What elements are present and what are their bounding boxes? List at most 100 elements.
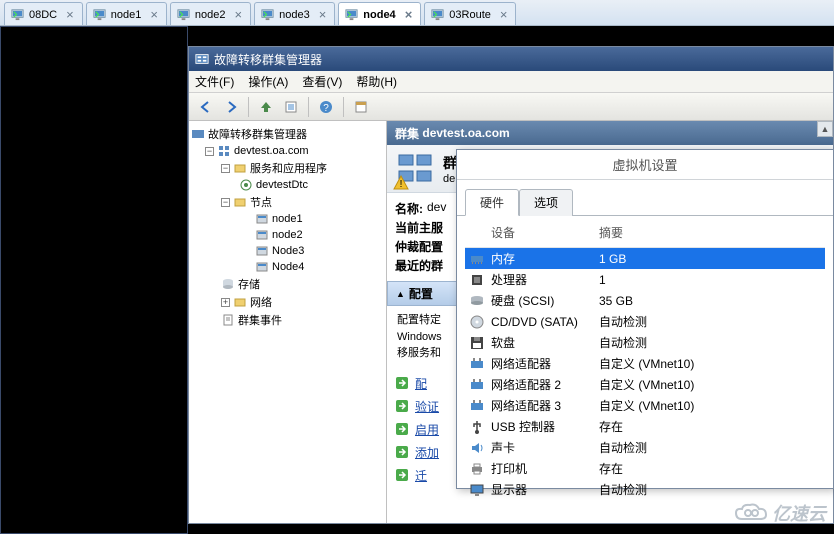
back-button[interactable] xyxy=(195,96,217,118)
svg-text:?: ? xyxy=(323,103,329,114)
tree-node-node1[interactable]: node1 xyxy=(191,211,384,227)
close-icon[interactable]: × xyxy=(405,7,413,22)
close-icon[interactable]: × xyxy=(150,7,158,22)
help-button[interactable]: ? xyxy=(315,96,337,118)
device-row-cpu[interactable]: 处理器1 xyxy=(465,269,825,290)
tree-events[interactable]: 群集事件 xyxy=(191,311,384,329)
properties-button[interactable] xyxy=(280,96,302,118)
collapse-icon[interactable]: − xyxy=(221,164,230,173)
collapse-icon[interactable]: − xyxy=(205,147,214,156)
menu-file[interactable]: 文件(F) xyxy=(195,73,234,90)
arrow-icon xyxy=(395,399,409,413)
device-list-header: 设备 摘要 xyxy=(465,216,825,248)
cpu-icon xyxy=(469,272,485,288)
nic-icon xyxy=(469,398,485,414)
device-row-display[interactable]: 显示器自动检测 xyxy=(465,479,825,500)
device-row-nic[interactable]: 网络适配器 2自定义 (VMnet10) xyxy=(465,374,825,395)
sound-icon xyxy=(469,440,485,456)
field-quorum-label: 仲裁配置 xyxy=(395,238,443,255)
usb-icon xyxy=(469,419,485,435)
svg-text:!: ! xyxy=(400,179,403,190)
vm-tab-03Route[interactable]: 03Route× xyxy=(424,2,516,25)
tab-options[interactable]: 选项 xyxy=(519,189,573,216)
close-icon[interactable]: × xyxy=(66,7,74,22)
server-icon xyxy=(255,212,269,226)
tree-node-Node4[interactable]: Node4 xyxy=(191,259,384,275)
nic-icon xyxy=(469,356,485,372)
watermark: 亿速云 xyxy=(734,500,826,526)
tree-pane[interactable]: 故障转移群集管理器 −devtest.oa.com −服务和应用程序 devte… xyxy=(189,121,387,523)
device-row-memory[interactable]: 内存1 GB xyxy=(465,248,825,269)
top-tab-bar: 08DC×node1×node2×node3×node4×03Route× xyxy=(0,0,834,26)
vm-tab-node3[interactable]: node3× xyxy=(254,2,335,25)
col-device: 设备 xyxy=(469,224,599,241)
vm-tab-08DC[interactable]: 08DC× xyxy=(4,2,83,25)
up-button[interactable] xyxy=(255,96,277,118)
device-row-usb[interactable]: USB 控制器存在 xyxy=(465,416,825,437)
field-recent-label: 最近的群 xyxy=(395,257,443,274)
menu-action[interactable]: 操作(A) xyxy=(248,73,288,90)
server-icon xyxy=(255,260,269,274)
device-row-nic[interactable]: 网络适配器 3自定义 (VMnet10) xyxy=(465,395,825,416)
close-icon[interactable]: × xyxy=(500,7,508,22)
device-row-floppy[interactable]: 软盘自动检测 xyxy=(465,332,825,353)
tree-node-Node3[interactable]: Node3 xyxy=(191,243,384,259)
server-icon xyxy=(255,244,269,258)
tree-node-node2[interactable]: node2 xyxy=(191,227,384,243)
arrow-icon xyxy=(395,445,409,459)
close-icon[interactable]: × xyxy=(235,7,243,22)
toolbar: ? xyxy=(189,93,833,121)
close-icon[interactable]: × xyxy=(319,7,327,22)
menu-view[interactable]: 查看(V) xyxy=(302,73,342,90)
monitor-icon xyxy=(345,8,358,21)
field-name-label: 名称: xyxy=(395,200,423,217)
collapse-icon[interactable]: − xyxy=(221,198,230,207)
device-row-cd[interactable]: CD/DVD (SATA)自动检测 xyxy=(465,311,825,332)
tab-hardware[interactable]: 硬件 xyxy=(465,189,519,216)
tree-domain[interactable]: −devtest.oa.com xyxy=(191,143,384,159)
vm-settings-dialog: 虚拟机设置 硬件 选项 设备 摘要 内存1 GB处理器1硬盘 (SCSI)35 … xyxy=(456,149,834,489)
window-title-bar: 故障转移群集管理器 xyxy=(189,47,833,71)
cluster-icon xyxy=(195,52,209,66)
tree-services[interactable]: −服务和应用程序 xyxy=(191,159,384,177)
detail-header: 群集 devtest.oa.com xyxy=(387,121,833,145)
menu-help[interactable]: 帮助(H) xyxy=(356,73,397,90)
tree-dtc[interactable]: devtestDtc xyxy=(191,177,384,193)
device-row-printer[interactable]: 打印机存在 xyxy=(465,458,825,479)
window-title: 故障转移群集管理器 xyxy=(214,51,322,68)
server-icon xyxy=(255,228,269,242)
detail-header-prefix: 群集 xyxy=(395,125,419,142)
watermark-text: 亿速云 xyxy=(772,500,826,526)
tree-storage[interactable]: 存储 xyxy=(191,275,384,293)
vm-dialog-title: 虚拟机设置 xyxy=(457,150,833,180)
vm-tab-node4[interactable]: node4× xyxy=(338,2,421,25)
monitor-icon xyxy=(177,8,190,21)
monitor-icon xyxy=(93,8,106,21)
vm-tab-node2[interactable]: node2× xyxy=(170,2,251,25)
tree-root[interactable]: 故障转移群集管理器 xyxy=(191,125,384,143)
console-black-area xyxy=(0,26,188,534)
view-button[interactable] xyxy=(350,96,372,118)
device-row-hdd[interactable]: 硬盘 (SCSI)35 GB xyxy=(465,290,825,311)
scroll-up-button[interactable]: ▲ xyxy=(817,121,833,137)
nic-icon xyxy=(469,377,485,393)
arrow-icon xyxy=(395,376,409,390)
printer-icon xyxy=(469,461,485,477)
tree-network[interactable]: +网络 xyxy=(191,293,384,311)
banner-subtitle: de xyxy=(443,173,457,185)
floppy-icon xyxy=(469,335,485,351)
device-row-nic[interactable]: 网络适配器自定义 (VMnet10) xyxy=(465,353,825,374)
field-name-value: dev xyxy=(427,200,446,217)
cd-icon xyxy=(469,314,485,330)
hdd-icon xyxy=(469,293,485,309)
forward-button[interactable] xyxy=(220,96,242,118)
banner-title: 群 xyxy=(443,153,457,173)
monitor-icon xyxy=(431,8,444,21)
vm-tab-node1[interactable]: node1× xyxy=(86,2,167,25)
device-row-sound[interactable]: 声卡自动检测 xyxy=(465,437,825,458)
menu-bar: 文件(F) 操作(A) 查看(V) 帮助(H) xyxy=(189,71,833,93)
arrow-icon xyxy=(395,468,409,482)
expand-icon[interactable]: + xyxy=(221,298,230,307)
tree-nodes[interactable]: −节点 xyxy=(191,193,384,211)
cluster-large-icon: ! xyxy=(395,149,435,189)
